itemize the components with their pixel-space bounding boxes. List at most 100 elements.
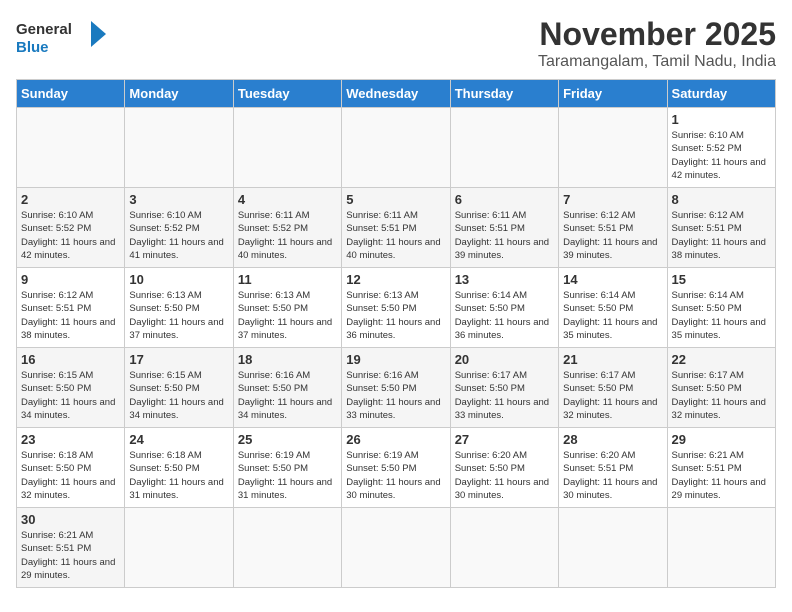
day-number: 7: [563, 192, 662, 207]
table-row: 15 Sunrise: 6:14 AM Sunset: 5:50 PM Dayli…: [667, 268, 775, 348]
day-sun-info: Sunrise: 6:17 AM Sunset: 5:50 PM Dayligh…: [672, 369, 771, 422]
table-row: 21Sunrise: 6:17 AM Sunset: 5:50 PM Dayli…: [559, 348, 667, 428]
day-sun-info: Sunrise: 6:14 AM Sunset: 5:50 PM Dayligh…: [455, 289, 554, 342]
day-number: 1: [672, 112, 771, 127]
month-title: November 2025: [538, 16, 776, 53]
table-row: 8 Sunrise: 6:12 AM Sunset: 5:51 PM Daylig…: [667, 188, 775, 268]
day-sun-info: Sunrise: 6:19 AM Sunset: 5:50 PM Dayligh…: [238, 449, 337, 502]
page-header: General Blue November 2025 Taramangalam,…: [16, 16, 776, 71]
col-wednesday: Wednesday: [342, 80, 450, 108]
day-sun-info: Sunrise: 6:10 AM Sunset: 5:52 PM Dayligh…: [21, 209, 120, 262]
day-sun-info: Sunrise: 6:11 AM Sunset: 5:52 PM Dayligh…: [238, 209, 337, 262]
day-number: 13: [455, 272, 554, 287]
day-sun-info: Sunrise: 6:20 AM Sunset: 5:50 PM Dayligh…: [455, 449, 554, 502]
table-row: [450, 508, 558, 588]
day-sun-info: Sunrise: 6:10 AM Sunset: 5:52 PM Dayligh…: [672, 129, 771, 182]
day-sun-info: Sunrise: 6:20 AM Sunset: 5:51 PM Dayligh…: [563, 449, 662, 502]
table-row: 20Sunrise: 6:17 AM Sunset: 5:50 PM Dayli…: [450, 348, 558, 428]
table-row: [342, 508, 450, 588]
day-sun-info: Sunrise: 6:14 AM Sunset: 5:50 PM Dayligh…: [563, 289, 662, 342]
day-number: 2: [21, 192, 120, 207]
col-friday: Friday: [559, 80, 667, 108]
day-number: 27: [455, 432, 554, 447]
location: Taramangalam, Tamil Nadu, India: [538, 53, 776, 71]
table-row: [559, 108, 667, 188]
table-row: 11Sunrise: 6:13 AM Sunset: 5:50 PM Dayli…: [233, 268, 341, 348]
day-sun-info: Sunrise: 6:11 AM Sunset: 5:51 PM Dayligh…: [455, 209, 554, 262]
day-sun-info: Sunrise: 6:12 AM Sunset: 5:51 PM Dayligh…: [563, 209, 662, 262]
table-row: [233, 108, 341, 188]
day-number: 23: [21, 432, 120, 447]
table-row: [559, 508, 667, 588]
day-number: 9: [21, 272, 120, 287]
day-number: 17: [129, 352, 228, 367]
day-sun-info: Sunrise: 6:18 AM Sunset: 5:50 PM Dayligh…: [21, 449, 120, 502]
table-row: 5 Sunrise: 6:11 AM Sunset: 5:51 PM Daylig…: [342, 188, 450, 268]
day-number: 16: [21, 352, 120, 367]
table-row: 29Sunrise: 6:21 AM Sunset: 5:51 PM Dayli…: [667, 428, 775, 508]
day-sun-info: Sunrise: 6:10 AM Sunset: 5:52 PM Dayligh…: [129, 209, 228, 262]
day-sun-info: Sunrise: 6:13 AM Sunset: 5:50 PM Dayligh…: [238, 289, 337, 342]
calendar-week-row: 16 Sunrise: 6:15 AM Sunset: 5:50 PM Dayli…: [17, 348, 776, 428]
table-row: 2 Sunrise: 6:10 AM Sunset: 5:52 PM Daylig…: [17, 188, 125, 268]
table-row: 30Sunrise: 6:21 AM Sunset: 5:51 PM Dayli…: [17, 508, 125, 588]
calendar-week-row: 30Sunrise: 6:21 AM Sunset: 5:51 PM Dayli…: [17, 508, 776, 588]
col-monday: Monday: [125, 80, 233, 108]
day-sun-info: Sunrise: 6:12 AM Sunset: 5:51 PM Dayligh…: [21, 289, 120, 342]
day-sun-info: Sunrise: 6:12 AM Sunset: 5:51 PM Dayligh…: [672, 209, 771, 262]
svg-text:Blue: Blue: [16, 39, 49, 56]
day-number: 30: [21, 512, 120, 527]
day-number: 20: [455, 352, 554, 367]
day-number: 25: [238, 432, 337, 447]
calendar-header-row: Sunday Monday Tuesday Wednesday Thursday…: [17, 80, 776, 108]
table-row: 14 Sunrise: 6:14 AM Sunset: 5:50 PM Dayli…: [559, 268, 667, 348]
day-sun-info: Sunrise: 6:19 AM Sunset: 5:50 PM Dayligh…: [346, 449, 445, 502]
table-row: 4 Sunrise: 6:11 AM Sunset: 5:52 PM Daylig…: [233, 188, 341, 268]
day-number: 12: [346, 272, 445, 287]
day-number: 4: [238, 192, 337, 207]
table-row: 17 Sunrise: 6:15 AM Sunset: 5:50 PM Dayli…: [125, 348, 233, 428]
calendar-week-row: 2 Sunrise: 6:10 AM Sunset: 5:52 PM Daylig…: [17, 188, 776, 268]
table-row: 12 Sunrise: 6:13 AM Sunset: 5:50 PM Dayli…: [342, 268, 450, 348]
day-number: 6: [455, 192, 554, 207]
table-row: 26Sunrise: 6:19 AM Sunset: 5:50 PM Dayli…: [342, 428, 450, 508]
calendar-week-row: 23 Sunrise: 6:18 AM Sunset: 5:50 PM Dayli…: [17, 428, 776, 508]
day-number: 15: [672, 272, 771, 287]
day-number: 22: [672, 352, 771, 367]
table-row: 1 Sunrise: 6:10 AM Sunset: 5:52 PM Daylig…: [667, 108, 775, 188]
day-number: 24: [129, 432, 228, 447]
day-sun-info: Sunrise: 6:15 AM Sunset: 5:50 PM Dayligh…: [21, 369, 120, 422]
day-number: 29: [672, 432, 771, 447]
table-row: [667, 508, 775, 588]
day-sun-info: Sunrise: 6:13 AM Sunset: 5:50 PM Dayligh…: [129, 289, 228, 342]
col-saturday: Saturday: [667, 80, 775, 108]
col-thursday: Thursday: [450, 80, 558, 108]
day-number: 18: [238, 352, 337, 367]
table-row: [342, 108, 450, 188]
svg-text:General: General: [16, 21, 72, 38]
day-sun-info: Sunrise: 6:16 AM Sunset: 5:50 PM Dayligh…: [238, 369, 337, 422]
day-sun-info: Sunrise: 6:18 AM Sunset: 5:50 PM Dayligh…: [129, 449, 228, 502]
day-sun-info: Sunrise: 6:11 AM Sunset: 5:51 PM Dayligh…: [346, 209, 445, 262]
table-row: 18 Sunrise: 6:16 AM Sunset: 5:50 PM Dayli…: [233, 348, 341, 428]
table-row: 6 Sunrise: 6:11 AM Sunset: 5:51 PM Daylig…: [450, 188, 558, 268]
day-number: 14: [563, 272, 662, 287]
table-row: 23 Sunrise: 6:18 AM Sunset: 5:50 PM Dayli…: [17, 428, 125, 508]
table-row: [450, 108, 558, 188]
day-sun-info: Sunrise: 6:16 AM Sunset: 5:50 PM Dayligh…: [346, 369, 445, 422]
day-number: 28: [563, 432, 662, 447]
day-sun-info: Sunrise: 6:13 AM Sunset: 5:50 PM Dayligh…: [346, 289, 445, 342]
table-row: 7 Sunrise: 6:12 AM Sunset: 5:51 PM Daylig…: [559, 188, 667, 268]
day-number: 5: [346, 192, 445, 207]
calendar-week-row: 9 Sunrise: 6:12 AM Sunset: 5:51 PM Daylig…: [17, 268, 776, 348]
logo-svg: General Blue: [16, 16, 116, 61]
title-block: November 2025 Taramangalam, Tamil Nadu, …: [538, 16, 776, 71]
calendar-table: Sunday Monday Tuesday Wednesday Thursday…: [16, 79, 776, 588]
table-row: [17, 108, 125, 188]
day-number: 3: [129, 192, 228, 207]
day-number: 8: [672, 192, 771, 207]
table-row: 10Sunrise: 6:13 AM Sunset: 5:50 PM Dayli…: [125, 268, 233, 348]
table-row: 28 Sunrise: 6:20 AM Sunset: 5:51 PM Dayli…: [559, 428, 667, 508]
day-sun-info: Sunrise: 6:15 AM Sunset: 5:50 PM Dayligh…: [129, 369, 228, 422]
day-sun-info: Sunrise: 6:14 AM Sunset: 5:50 PM Dayligh…: [672, 289, 771, 342]
